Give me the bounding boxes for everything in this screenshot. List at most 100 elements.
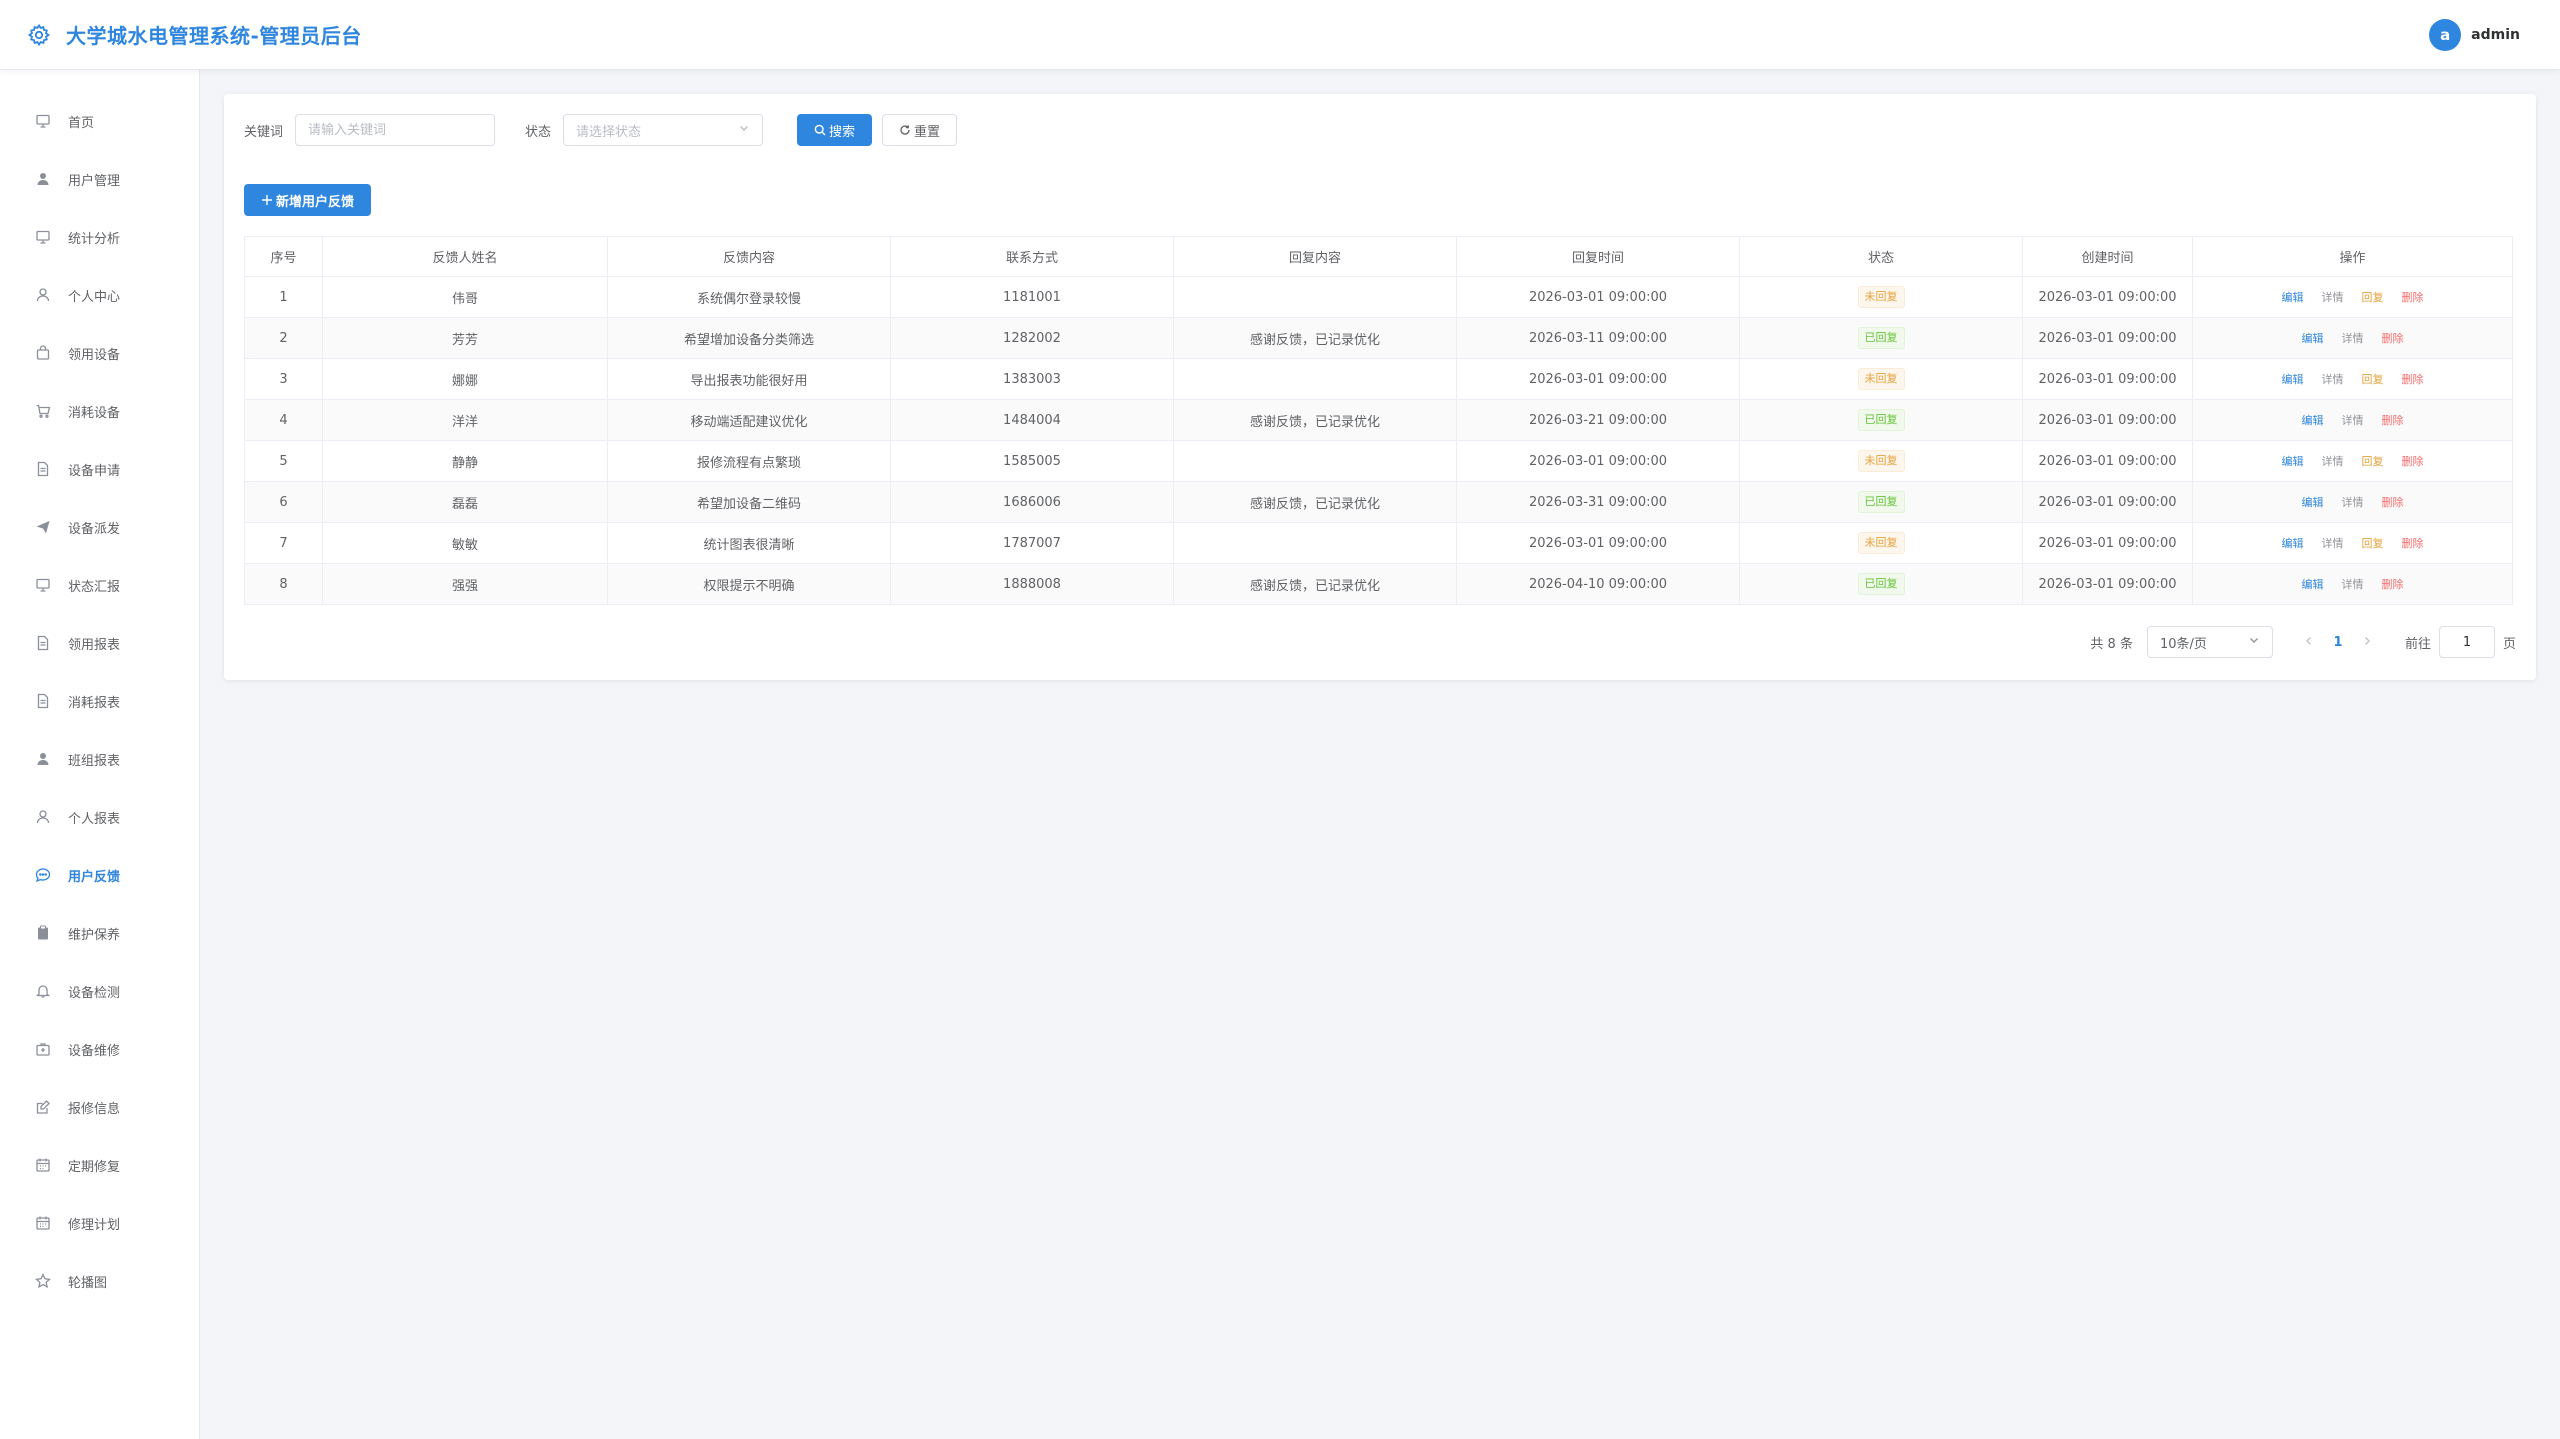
sidebar-item[interactable]: 消耗报表 — [0, 672, 199, 730]
avatar[interactable]: a — [2429, 19, 2462, 51]
delete-action-link[interactable]: 删除 — [2402, 373, 2424, 386]
send-icon — [34, 518, 52, 536]
column-header: 序号 — [244, 236, 323, 277]
sidebar-item[interactable]: 修理计划 — [0, 1194, 199, 1252]
sidebar-item[interactable]: 班组报表 — [0, 730, 199, 788]
edit-action-link[interactable]: 编辑 — [2282, 291, 2304, 304]
delete-action-link[interactable]: 删除 — [2382, 332, 2404, 345]
detail-action-link[interactable]: 详情 — [2322, 455, 2344, 468]
detail-action-link[interactable]: 详情 — [2322, 291, 2344, 304]
sidebar-item[interactable]: 统计分析 — [0, 208, 199, 266]
chat-icon — [34, 866, 52, 884]
add-feedback-button[interactable]: 新增用户反馈 — [244, 184, 372, 216]
sidebar-item[interactable]: 轮播图 — [0, 1252, 199, 1310]
detail-action-link[interactable]: 详情 — [2342, 414, 2364, 427]
status-badge: 已回复 — [1857, 327, 1905, 349]
bell-icon — [34, 982, 52, 1000]
sidebar-item[interactable]: 报修信息 — [0, 1078, 199, 1136]
goto-label: 前往 — [2404, 636, 2431, 652]
reply-action-link[interactable]: 回复 — [2362, 291, 2384, 304]
edit-action-link[interactable]: 编辑 — [2282, 373, 2304, 386]
cell-reply — [1173, 358, 1457, 400]
cell-created: 2026-03-01 09:00:00 — [2022, 276, 2193, 318]
detail-action-link[interactable]: 详情 — [2342, 332, 2364, 345]
column-header: 回复内容 — [1173, 236, 1457, 277]
sidebar-item[interactable]: 设备检测 — [0, 962, 199, 1020]
clipboard-icon — [34, 924, 52, 942]
cell-reply — [1173, 440, 1457, 482]
sidebar-item-label: 设备申请 — [68, 463, 121, 479]
cell-name: 娜娜 — [322, 358, 608, 400]
top-header: 大学城水电管理系统-管理员后台 a admin — [0, 0, 2560, 70]
cell-content: 希望加设备二维码 — [607, 481, 891, 523]
column-header: 操作 — [2192, 236, 2513, 277]
sidebar-item[interactable]: 设备申请 — [0, 440, 199, 498]
page-number-current[interactable]: 1 — [2323, 635, 2353, 650]
delete-action-link[interactable]: 删除 — [2402, 537, 2424, 550]
keyword-input[interactable] — [295, 114, 496, 146]
user-icon — [34, 286, 52, 304]
sidebar-item[interactable]: 领用设备 — [0, 324, 199, 382]
table-body: 1 伟哥 系统偶尔登录较慢 1181001 2026-03-01 09:00:00 未回复… — [244, 276, 2513, 605]
prev-page-button[interactable] — [2295, 635, 2323, 650]
delete-action-link[interactable]: 删除 — [2382, 414, 2404, 427]
sidebar-item[interactable]: 消耗设备 — [0, 382, 199, 440]
sidebar-item[interactable]: 维护保养 — [0, 904, 199, 962]
table-row: 3 娜娜 导出报表功能很好用 1383003 2026-03-01 09:00:00 未回… — [244, 358, 2513, 400]
detail-action-link[interactable]: 详情 — [2342, 496, 2364, 509]
delete-action-link[interactable]: 删除 — [2402, 291, 2424, 304]
sidebar-item[interactable]: 个人中心 — [0, 266, 199, 324]
status-badge: 未回复 — [1857, 450, 1905, 472]
cell-no: 5 — [244, 440, 323, 482]
sidebar-item[interactable]: 领用报表 — [0, 614, 199, 672]
user-menu[interactable]: a admin — [2429, 19, 2520, 51]
edit-action-link[interactable]: 编辑 — [2302, 496, 2324, 509]
user-name[interactable]: admin — [2471, 27, 2520, 43]
cell-name: 强强 — [322, 563, 608, 605]
cell-content: 导出报表功能很好用 — [607, 358, 891, 400]
delete-action-link[interactable]: 删除 — [2402, 455, 2424, 468]
edit-action-link[interactable]: 编辑 — [2282, 455, 2304, 468]
reply-action-link[interactable]: 回复 — [2362, 455, 2384, 468]
sidebar-item[interactable]: 个人报表 — [0, 788, 199, 846]
detail-action-link[interactable]: 详情 — [2342, 578, 2364, 591]
cell-name: 洋洋 — [322, 399, 608, 441]
sidebar-item[interactable]: 状态汇报 — [0, 556, 199, 614]
reply-action-link[interactable]: 回复 — [2362, 537, 2384, 550]
cell-no: 1 — [244, 276, 323, 318]
status-select[interactable]: 请选择状态 — [563, 114, 764, 146]
search-button[interactable]: 搜索 — [797, 114, 873, 146]
sidebar-item[interactable]: 首页 — [0, 92, 199, 150]
cell-contact: 1686006 — [890, 481, 1174, 523]
cell-reply: 感谢反馈，已记录优化 — [1173, 317, 1457, 359]
status-badge: 未回复 — [1857, 532, 1905, 554]
actions-cell: 编辑 详情 删除 — [2192, 317, 2513, 359]
feedback-table: 序号 反馈人姓名 反馈内容 联系方式 回复内容 回复时间 状态 创建时间 操作 1 伟哥 系统偶尔登… — [244, 236, 2513, 605]
reset-button[interactable]: 重置 — [882, 114, 958, 146]
sidebar-item[interactable]: 用户反馈 — [0, 846, 199, 904]
sidebar-item[interactable]: 设备派发 — [0, 498, 199, 556]
edit-action-link[interactable]: 编辑 — [2302, 332, 2324, 345]
cell-contact: 1484004 — [890, 399, 1174, 441]
actions-cell: 编辑 详情 回复 删除 — [2192, 276, 2513, 318]
delete-action-link[interactable]: 删除 — [2382, 496, 2404, 509]
status-cell: 已回复 — [1739, 563, 2023, 605]
delete-action-link[interactable]: 删除 — [2382, 578, 2404, 591]
table-row: 8 强强 权限提示不明确 1888008 感谢反馈，已记录优化 2026-04-10 09… — [244, 563, 2513, 605]
star-icon — [34, 1272, 52, 1290]
pagination: 共 8 条 10条/页 1 前往 页 — [2090, 626, 2516, 658]
page-size-select[interactable]: 10条/页 — [2146, 626, 2273, 658]
sidebar-item[interactable]: 设备维修 — [0, 1020, 199, 1078]
edit-action-link[interactable]: 编辑 — [2302, 414, 2324, 427]
edit-action-link[interactable]: 编辑 — [2302, 578, 2324, 591]
detail-action-link[interactable]: 详情 — [2322, 537, 2344, 550]
chevron-down-icon — [2248, 634, 2260, 650]
goto-page-input[interactable] — [2438, 626, 2495, 658]
next-page-button[interactable] — [2353, 635, 2381, 650]
detail-action-link[interactable]: 详情 — [2322, 373, 2344, 386]
sidebar-item[interactable]: 定期修复 — [0, 1136, 199, 1194]
sidebar-item[interactable]: 用户管理 — [0, 150, 199, 208]
reply-action-link[interactable]: 回复 — [2362, 373, 2384, 386]
edit-action-link[interactable]: 编辑 — [2282, 537, 2304, 550]
cell-name: 敏敏 — [322, 522, 608, 564]
